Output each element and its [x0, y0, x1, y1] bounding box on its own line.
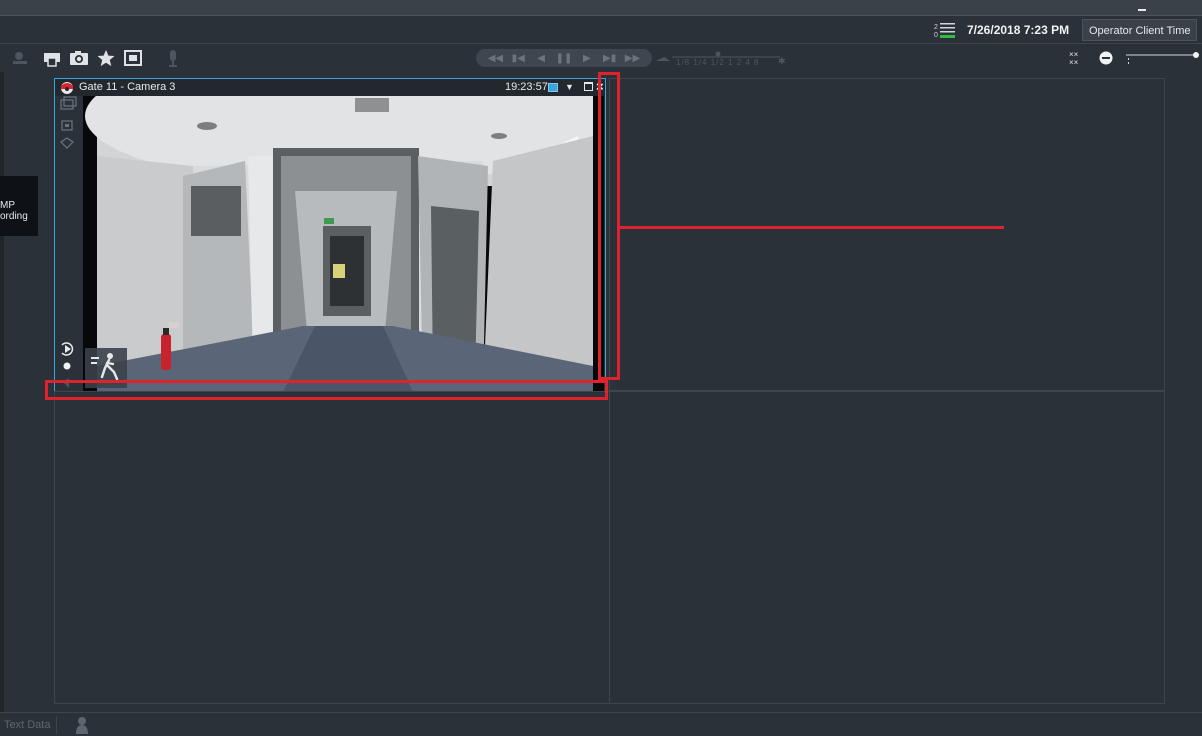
microphone-icon[interactable] [163, 49, 183, 67]
playback-controls: ◀◀ ▮◀ ◀ ❚❚ ▶ ▶▮ ▶▶ [476, 49, 652, 67]
step-back-icon[interactable]: ▮◀ [510, 51, 526, 65]
svg-text:✱: ✱ [778, 56, 786, 66]
minimize-icon[interactable] [1136, 2, 1148, 14]
time-mode-button[interactable]: Operator Client Time [1082, 19, 1198, 41]
divider [56, 716, 57, 734]
stream-quality-icon[interactable] [548, 83, 558, 92]
text-data-label[interactable]: Text Data [4, 719, 50, 731]
ptz-icon [60, 137, 74, 149]
window-title-bar [0, 0, 1202, 16]
record-dot-icon [63, 362, 71, 370]
annotation-pointer-line [620, 226, 1004, 229]
status-bar: 2 0 7/26/2018 7:23 PM Operator Client Ti… [0, 16, 1202, 44]
fullscreen-icon[interactable] [123, 49, 143, 67]
chevron-down-icon[interactable]: ▼ [565, 83, 574, 92]
view-tools: ×× ×× [1062, 45, 1202, 71]
zoom-out-icon[interactable] [1096, 49, 1116, 67]
favorite-star-icon[interactable] [96, 49, 116, 67]
empty-image-pane[interactable] [609, 391, 1165, 704]
empty-image-pane[interactable] [609, 78, 1165, 391]
date-time-display: 7/26/2018 7:23 PM [967, 23, 1070, 37]
layers-icon [60, 96, 77, 110]
annotation-box-bottom-edge [45, 380, 608, 400]
side-tile-line1: MP [0, 200, 15, 211]
forward-fast-icon[interactable]: ▶▶ [624, 51, 640, 65]
svg-text:0: 0 [934, 32, 938, 39]
left-panel-edge [0, 72, 4, 712]
side-panel-tile[interactable]: MP ording [0, 176, 38, 236]
camera-image-pane[interactable]: Gate 11 - Camera 3 19:23:57 ▼ × [54, 78, 606, 395]
snapshot-small-icon [61, 120, 73, 131]
camera-title: Gate 11 - Camera 3 [79, 81, 176, 93]
camera-type-icon [59, 80, 75, 95]
instant-playback-icon [61, 342, 74, 356]
camera-pane-header: Gate 11 - Camera 3 19:23:57 ▼ × [55, 79, 605, 96]
rewind-fast-icon[interactable]: ◀◀ [487, 51, 503, 65]
alarm-icon[interactable] [10, 49, 30, 67]
svg-text:2: 2 [934, 24, 938, 31]
camera-snapshot-icon[interactable] [69, 49, 89, 67]
status-list-icon[interactable]: 2 0 [934, 21, 956, 39]
annotation-box-right-edge [598, 72, 620, 380]
camera-video-feed[interactable] [83, 96, 604, 392]
empty-image-pane[interactable] [54, 391, 610, 704]
camera-pane-tools [55, 96, 83, 394]
print-icon[interactable] [42, 49, 62, 67]
pause-icon[interactable]: ❚❚ [556, 51, 573, 65]
person-icon[interactable] [74, 716, 90, 734]
main-toolbar: ◀◀ ▮◀ ◀ ❚❚ ▶ ▶▮ ▶▶ ✱ 1/8 1/4 1/2 1 2 4 8… [0, 45, 1202, 71]
bottom-bar: Text Data [0, 712, 1202, 736]
play-reverse-icon[interactable]: ◀ [533, 51, 549, 65]
svg-text:××: ×× [1069, 58, 1079, 67]
speed-labels: 1/8 1/4 1/2 1 2 4 8 [676, 58, 760, 67]
playback-speed-slider[interactable]: ✱ 1/8 1/4 1/2 1 2 4 8 [656, 51, 786, 67]
play-icon[interactable]: ▶ [579, 51, 595, 65]
side-tile-line2: ording [0, 211, 28, 222]
camera-timestamp: 19:23:57 [505, 81, 548, 93]
maximize-icon[interactable] [584, 82, 593, 91]
step-forward-icon[interactable]: ▶▮ [602, 51, 618, 65]
grid-size-slider[interactable] [1122, 49, 1200, 67]
remove-icon[interactable]: ×× ×× [1068, 49, 1088, 67]
